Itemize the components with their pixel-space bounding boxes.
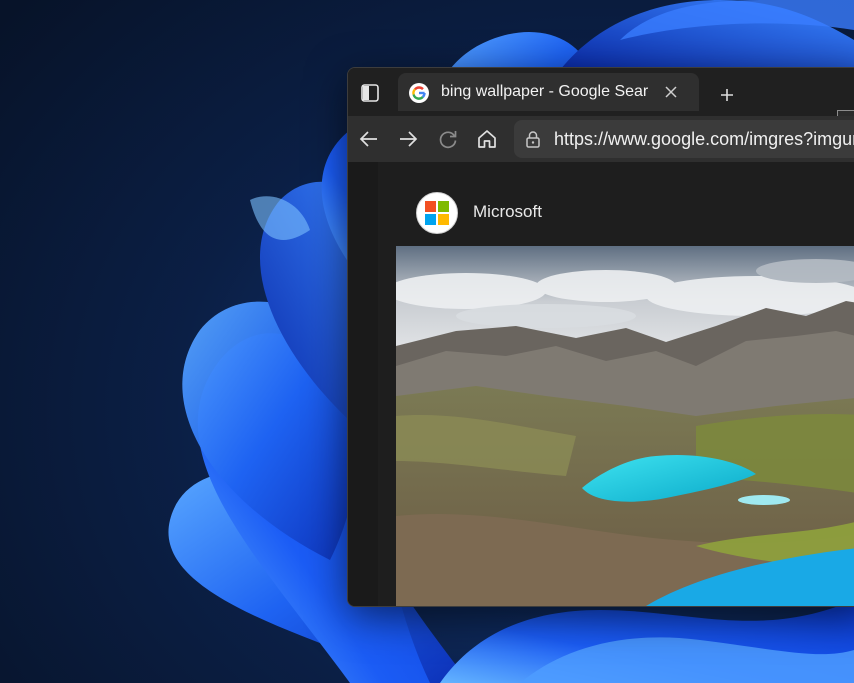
page-gutter [348,162,378,606]
microsoft-logo-icon [416,192,458,234]
address-bar[interactable]: https://www.google.com/imgres?imgurl=htt… [514,120,854,158]
tab-strip: bing wallpaper - Google Search [348,68,854,122]
image-preview[interactable] [396,246,854,606]
source-name: Microsoft [473,202,542,221]
page-content: Microsoft [348,162,854,606]
navigation-toolbar: https://www.google.com/imgres?imgurl=htt… [348,116,854,162]
lock-icon[interactable] [524,130,542,148]
home-icon[interactable] [476,128,498,150]
browser-window: bing wallpaper - Google Search https://w… [347,67,854,607]
tab-title: bing wallpaper - Google Search [441,83,649,100]
url-text: https://www.google.com/imgres?imgurl=htt… [554,129,854,149]
refresh-icon[interactable] [437,128,459,150]
back-arrow-icon[interactable] [358,128,380,150]
tab-google-search[interactable]: bing wallpaper - Google Search [398,73,699,111]
plus-icon[interactable] [720,88,734,102]
sidebar-toggle-icon[interactable] [361,84,379,102]
forward-arrow-icon[interactable] [397,128,419,150]
close-icon[interactable] [664,85,678,99]
google-favicon [409,83,429,103]
